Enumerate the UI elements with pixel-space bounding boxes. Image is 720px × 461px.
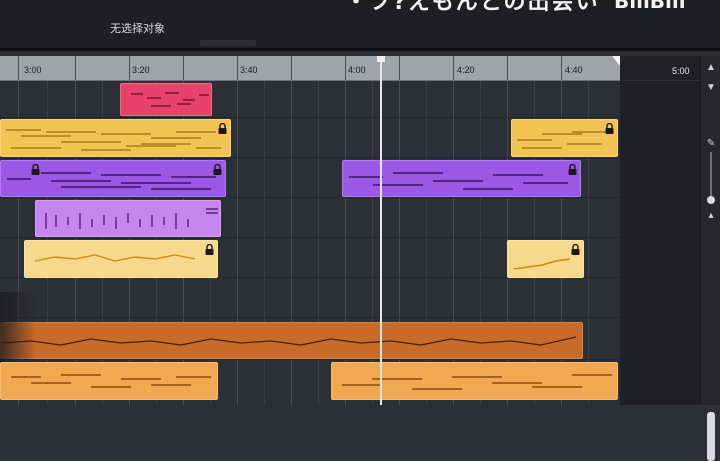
midi-clip[interactable] bbox=[120, 83, 212, 116]
lock-icon bbox=[31, 164, 40, 175]
clip-notes bbox=[342, 374, 612, 390]
chevron-up-icon[interactable]: ▴ bbox=[705, 210, 717, 222]
track-header-shadow bbox=[0, 292, 36, 362]
ruler-tick bbox=[507, 56, 508, 80]
zoom-slider-knob[interactable] bbox=[707, 196, 715, 204]
midi-clip[interactable] bbox=[24, 240, 218, 278]
midi-clip[interactable] bbox=[0, 160, 226, 197]
midi-clip[interactable] bbox=[0, 119, 231, 157]
track-divider bbox=[0, 317, 620, 318]
toolbar-handle[interactable] bbox=[200, 40, 256, 46]
ruler-tick bbox=[399, 56, 400, 80]
track-divider bbox=[0, 237, 620, 238]
ruler-tick bbox=[129, 56, 130, 80]
ruler-tick bbox=[291, 56, 292, 80]
ruler-tick bbox=[561, 56, 562, 80]
playhead-cursor[interactable] bbox=[380, 56, 382, 405]
ruler-label: 4:00 bbox=[348, 65, 366, 75]
chevron-up-icon[interactable]: ▲ bbox=[705, 62, 717, 74]
clip-notes bbox=[517, 131, 607, 149]
midi-clip[interactable] bbox=[342, 160, 581, 197]
ruler-tick bbox=[75, 56, 76, 80]
clip-notes bbox=[349, 172, 568, 190]
clip-notes bbox=[6, 129, 221, 151]
zoom-slider-track[interactable] bbox=[710, 152, 712, 196]
selection-status: 无选择对象 bbox=[110, 22, 165, 35]
lock-icon bbox=[605, 123, 614, 134]
vertical-scrollbar[interactable]: ▲ ▼ ✎ ▴ bbox=[700, 56, 720, 461]
track-divider bbox=[0, 359, 620, 360]
lock-icon bbox=[571, 244, 580, 255]
lock-icon bbox=[205, 244, 214, 255]
ruler-tick bbox=[453, 56, 454, 80]
playhead-handle[interactable] bbox=[377, 56, 385, 62]
scroll-thumb[interactable] bbox=[707, 412, 715, 461]
lock-icon bbox=[213, 164, 222, 175]
ruler-label: 3:40 bbox=[240, 65, 258, 75]
midi-clip[interactable] bbox=[511, 119, 618, 157]
toolbar-separator bbox=[0, 48, 720, 51]
ruler-end-label: 5:00 bbox=[672, 66, 690, 76]
pencil-icon[interactable]: ✎ bbox=[705, 138, 717, 150]
after-end-area bbox=[620, 81, 700, 405]
ruler-tick bbox=[345, 56, 346, 80]
lock-icon bbox=[218, 123, 227, 134]
ruler-tick bbox=[237, 56, 238, 80]
midi-clip[interactable] bbox=[0, 362, 218, 400]
ruler-label: 3:20 bbox=[132, 65, 150, 75]
ruler-tick bbox=[18, 56, 19, 80]
lock-icon bbox=[568, 164, 577, 175]
midi-clip[interactable] bbox=[331, 362, 618, 400]
audio-clip[interactable] bbox=[0, 322, 583, 359]
track-divider bbox=[0, 157, 620, 158]
clip-notes bbox=[45, 208, 218, 229]
time-ruler[interactable]: 3:00 3:20 3:40 4:00 4:20 4:40 bbox=[0, 56, 620, 81]
midi-clip[interactable] bbox=[507, 240, 584, 278]
track-divider bbox=[0, 197, 620, 198]
clip-notes bbox=[34, 254, 196, 262]
clip-notes bbox=[131, 92, 209, 107]
ruler-tick bbox=[183, 56, 184, 80]
bilibili-logo: BiliBili bbox=[614, 0, 686, 12]
track-divider bbox=[0, 117, 620, 118]
song-end-marker[interactable] bbox=[612, 56, 620, 66]
clip-notes bbox=[11, 374, 211, 388]
chevron-down-icon[interactable]: ▼ bbox=[705, 82, 717, 94]
svg-text:BiliBili: BiliBili bbox=[614, 0, 686, 12]
ruler-label: 3:00 bbox=[24, 65, 42, 75]
midi-clip[interactable] bbox=[35, 200, 221, 237]
ruler-label: 4:20 bbox=[457, 65, 475, 75]
ruler-label: 4:40 bbox=[565, 65, 583, 75]
video-overlay-title: ・フ?えもんとの出会い bbox=[345, 0, 600, 15]
clip-waveform bbox=[1, 336, 577, 346]
